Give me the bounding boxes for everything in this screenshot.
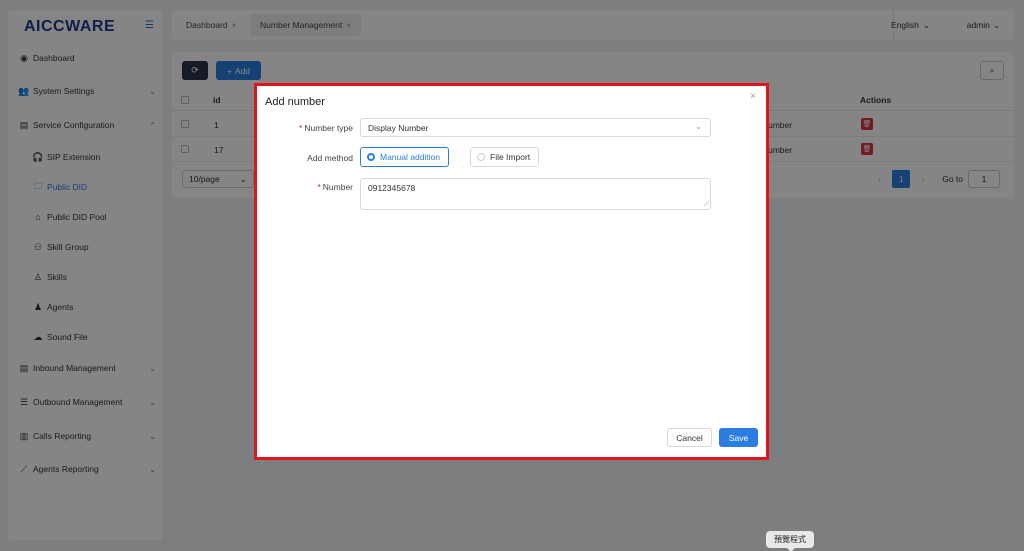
- file-import-radio[interactable]: File Import: [470, 147, 540, 167]
- label-text: Number: [322, 182, 353, 192]
- number-textarea[interactable]: 0912345678 ⟋: [360, 178, 711, 210]
- required-marker: *: [317, 182, 321, 192]
- number-label: * Number: [263, 182, 353, 192]
- close-icon[interactable]: ×: [750, 91, 756, 102]
- label-text: Number type: [304, 123, 353, 133]
- number-type-select[interactable]: Display Number ⌄: [360, 118, 711, 137]
- dialog-title: Add number: [265, 96, 325, 108]
- add-number-dialog: Add number × * Number type Display Number…: [254, 83, 769, 460]
- radio-label: File Import: [490, 152, 531, 162]
- radio-label: Manual addition: [380, 152, 441, 162]
- cancel-button[interactable]: Cancel: [667, 428, 712, 447]
- add-method-label: Add method: [307, 153, 353, 163]
- preview-tooltip: 預覽程式: [766, 531, 814, 551]
- manual-addition-radio[interactable]: Manual addition: [360, 147, 450, 167]
- save-button[interactable]: Save: [719, 428, 758, 447]
- radio-dot-icon: [367, 153, 375, 161]
- chevron-down-icon: ⌄: [695, 122, 702, 131]
- number-type-label: * Number type: [263, 123, 353, 133]
- resize-handle-icon[interactable]: ⟋: [704, 201, 709, 209]
- textarea-value: 0912345678: [368, 183, 416, 193]
- select-value: Display Number: [368, 122, 429, 133]
- radio-dot-icon: [477, 153, 485, 161]
- required-marker: *: [299, 123, 303, 133]
